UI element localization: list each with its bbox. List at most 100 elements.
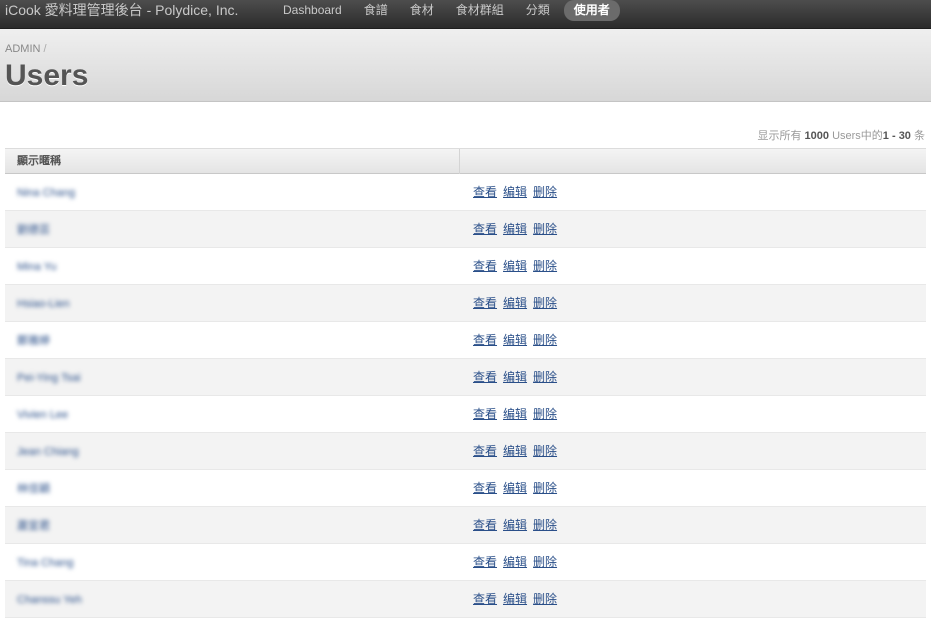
delete-link[interactable]: 删除 [533,592,557,606]
actions-cell: 查看 编辑 删除 [461,285,926,321]
table-row: 鄭雅婷 查看 编辑 删除 [5,322,926,359]
edit-link[interactable]: 编辑 [503,555,527,569]
table-row: Tina Chang 查看 编辑 删除 [5,544,926,581]
nav-item-1[interactable]: 食譜 [353,0,399,21]
view-link[interactable]: 查看 [473,296,497,310]
view-link[interactable]: 查看 [473,333,497,347]
view-link[interactable]: 查看 [473,407,497,421]
page-range: 1 - 30 [882,130,911,142]
user-name-cell: Chanssu Yeh [5,581,461,617]
user-name-link[interactable]: 林佳穎 [17,483,50,495]
user-name-cell: Pei-Ying Tsai [5,359,461,395]
nav-item-4[interactable]: 分類 [515,0,561,21]
user-name-cell: Jean Chiang [5,433,461,469]
edit-link[interactable]: 编辑 [503,481,527,495]
view-link[interactable]: 查看 [473,555,497,569]
user-name-link[interactable]: Vivien Lee [17,409,68,421]
table-row: 蕭宜君 查看 编辑 删除 [5,507,926,544]
delete-link[interactable]: 删除 [533,481,557,495]
table-row: 林佳穎 查看 编辑 删除 [5,470,926,507]
delete-link[interactable]: 删除 [533,333,557,347]
user-name-cell: 劉德芸 [5,211,461,247]
breadcrumb-separator: / [43,43,47,55]
view-link[interactable]: 查看 [473,222,497,236]
total-count: 1000 [804,130,829,142]
user-name-link[interactable]: Nina Chang [17,187,75,199]
user-name-link[interactable]: 劉德芸 [17,224,50,236]
breadcrumb: ADMIN / [5,43,47,55]
column-header-display-name[interactable]: 顯示暱稱 [5,149,460,174]
delete-link[interactable]: 删除 [533,370,557,384]
user-name-link[interactable]: 蕭宜君 [17,520,50,532]
view-link[interactable]: 查看 [473,185,497,199]
actions-cell: 查看 编辑 删除 [461,396,926,432]
actions-cell: 查看 编辑 删除 [461,211,926,247]
user-name-link[interactable]: Tina Chang [17,557,73,569]
actions-cell: 查看 编辑 删除 [461,433,926,469]
nav-item-0[interactable]: Dashboard [272,0,353,21]
user-name-link[interactable]: Pei-Ying Tsai [17,372,81,384]
delete-link[interactable]: 删除 [533,407,557,421]
view-link[interactable]: 查看 [473,370,497,384]
edit-link[interactable]: 编辑 [503,592,527,606]
edit-link[interactable]: 编辑 [503,444,527,458]
user-name-link[interactable]: Chanssu Yeh [17,594,82,606]
delete-link[interactable]: 删除 [533,518,557,532]
view-link[interactable]: 查看 [473,592,497,606]
user-name-cell: Mina Yu [5,248,461,284]
user-name-cell: Hsiao-Lien [5,285,461,321]
table-row: Hsiao-Lien 查看 编辑 删除 [5,285,926,322]
table-row: 劉德芸 查看 编辑 删除 [5,211,926,248]
table-header: 顯示暱稱 [5,148,926,174]
pagination-info: 显示所有 1000 Users中的1 - 30 条 [757,130,925,142]
delete-link[interactable]: 删除 [533,185,557,199]
delete-link[interactable]: 删除 [533,296,557,310]
edit-link[interactable]: 编辑 [503,185,527,199]
main-nav: Dashboard 食譜 食材 食材群組 分類 使用者 [272,0,620,21]
edit-link[interactable]: 编辑 [503,259,527,273]
table-row: Pei-Ying Tsai 查看 编辑 删除 [5,359,926,396]
nav-item-5[interactable]: 使用者 [563,0,620,21]
user-name-link[interactable]: Hsiao-Lien [17,298,70,310]
delete-link[interactable]: 删除 [533,222,557,236]
nav-item-2[interactable]: 食材 [399,0,445,21]
edit-link[interactable]: 编辑 [503,222,527,236]
edit-link[interactable]: 编辑 [503,407,527,421]
user-name-link[interactable]: Jean Chiang [17,446,79,458]
breadcrumb-admin[interactable]: ADMIN [5,43,40,55]
delete-link[interactable]: 删除 [533,259,557,273]
actions-cell: 查看 编辑 删除 [461,359,926,395]
view-link[interactable]: 查看 [473,481,497,495]
actions-cell: 查看 编辑 删除 [461,544,926,580]
view-link[interactable]: 查看 [473,444,497,458]
page-header: ADMIN / Users [0,29,931,102]
user-name-cell: Nina Chang [5,174,461,210]
user-name-link[interactable]: 鄭雅婷 [17,335,50,347]
user-name-cell: 林佳穎 [5,470,461,506]
table-row: Jean Chiang 查看 编辑 删除 [5,433,926,470]
edit-link[interactable]: 编辑 [503,296,527,310]
actions-cell: 查看 编辑 删除 [461,322,926,358]
users-table: 顯示暱稱 Nina Chang 查看 编辑 删除 劉德芸 查看 编辑 删除 Mina Yu 查看编… [5,148,926,618]
actions-cell: 查看 编辑 删除 [461,581,926,617]
view-link[interactable]: 查看 [473,259,497,273]
actions-cell: 查看 编辑 删除 [461,174,926,210]
table-row: Vivien Lee 查看 编辑 删除 [5,396,926,433]
table-row: Mina Yu 查看 编辑 删除 [5,248,926,285]
user-name-cell: 蕭宜君 [5,507,461,543]
user-name-link[interactable]: Mina Yu [17,261,57,273]
page-title: Users [5,59,89,92]
edit-link[interactable]: 编辑 [503,370,527,384]
column-header-actions [460,149,926,174]
edit-link[interactable]: 编辑 [503,518,527,532]
user-name-cell: Tina Chang [5,544,461,580]
delete-link[interactable]: 删除 [533,444,557,458]
delete-link[interactable]: 删除 [533,555,557,569]
user-name-cell: 鄭雅婷 [5,322,461,358]
view-link[interactable]: 查看 [473,518,497,532]
actions-cell: 查看 编辑 删除 [461,470,926,506]
actions-cell: 查看 编辑 删除 [461,507,926,543]
nav-item-3[interactable]: 食材群組 [445,0,515,21]
edit-link[interactable]: 编辑 [503,333,527,347]
brand-title[interactable]: iCook 愛料理管理後台 - Polydice, Inc. [5,1,238,19]
